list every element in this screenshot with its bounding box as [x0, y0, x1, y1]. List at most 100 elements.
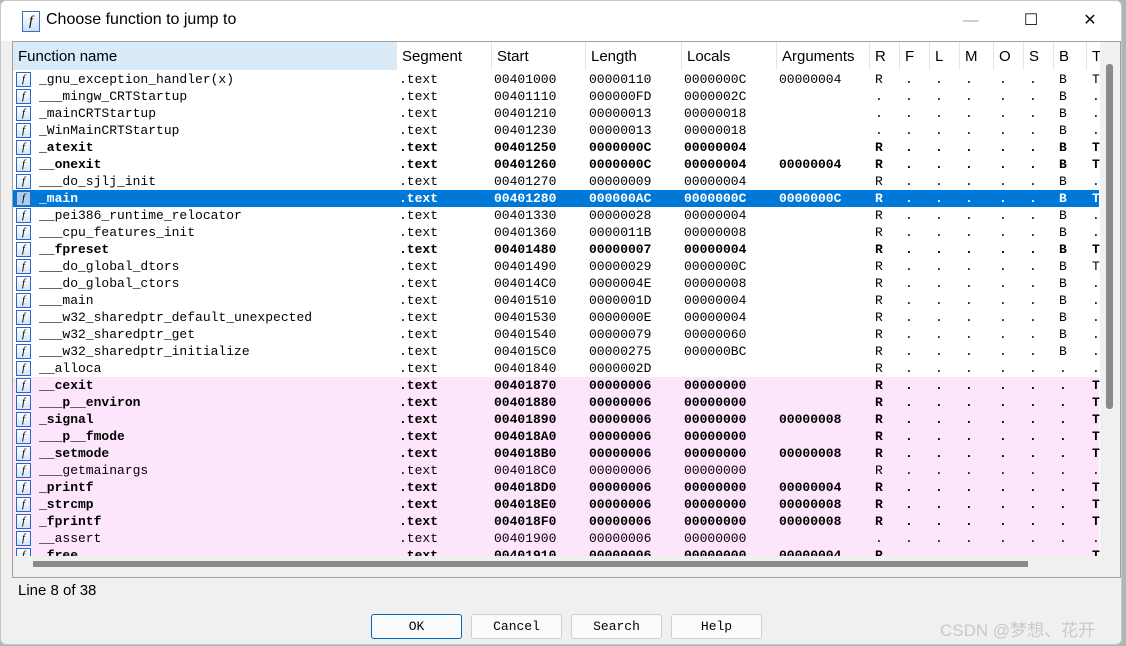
table-row[interactable]: f ___do_global_dtors .text 00401490 00000029…: [13, 258, 1100, 275]
cell-flag-f: .: [905, 89, 913, 104]
table-row[interactable]: f __cexit .text 00401870 00000006 00000000 R..…: [13, 377, 1100, 394]
minimize-button[interactable]: —: [948, 7, 994, 35]
column-header-arguments[interactable]: Arguments: [777, 42, 870, 70]
column-header-l[interactable]: L: [930, 42, 960, 70]
table-row[interactable]: f _main .text 00401280 000000AC 0000000C 00000…: [13, 190, 1100, 207]
table-row[interactable]: f ___p__environ .text 00401880 00000006 00000…: [13, 394, 1100, 411]
cell-flag-b: B: [1059, 242, 1067, 257]
cell-locals: 00000000: [684, 395, 747, 410]
column-header-function-name[interactable]: Function name: [13, 42, 397, 70]
help-button[interactable]: Help: [671, 614, 762, 639]
table-row[interactable]: f _strcmp .text 004018E0 00000006 00000000 000…: [13, 496, 1100, 513]
cell-flag-s: .: [1029, 327, 1037, 342]
table-row[interactable]: f __onexit .text 00401260 0000000C 00000004 00…: [13, 156, 1100, 173]
table-row[interactable]: f ___do_global_ctors .text 004014C0 0000004E…: [13, 275, 1100, 292]
table-row[interactable]: f __setmode .text 004018B0 00000006 00000000 0…: [13, 445, 1100, 462]
cell-flag-f: .: [905, 208, 913, 223]
cell-flag-o: .: [999, 276, 1007, 291]
horizontal-scrollbar[interactable]: [13, 556, 1100, 577]
vertical-scroll-thumb[interactable]: [1106, 64, 1113, 409]
cell-name: _main: [39, 191, 79, 206]
cell-flag-o: .: [999, 293, 1007, 308]
cell-flag-s: .: [1029, 395, 1037, 410]
table-row[interactable]: f ___cpu_features_init .text 00401360 000001…: [13, 224, 1100, 241]
function-list[interactable]: Function name Segment Start Length Locals Arg…: [12, 41, 1121, 578]
close-button[interactable]: ✕: [1067, 7, 1113, 35]
cell-segment: .text: [399, 497, 439, 512]
cell-flag-r: R: [875, 429, 883, 444]
cell-flag-b: B: [1059, 191, 1067, 206]
search-button[interactable]: Search: [571, 614, 662, 639]
table-row[interactable]: f ___w32_sharedptr_initialize .text 004015C…: [13, 343, 1100, 360]
cell-flag-l: .: [935, 140, 943, 155]
cell-flag-t: T: [1092, 191, 1100, 206]
column-header-length[interactable]: Length: [586, 42, 682, 70]
cell-flag-t: T: [1092, 412, 1100, 427]
cell-locals: 00000000: [684, 446, 747, 461]
cell-segment: .text: [399, 259, 439, 274]
table-row[interactable]: f __fpreset .text 00401480 00000007 00000004 R…: [13, 241, 1100, 258]
table-row[interactable]: f ___w32_sharedptr_default_unexpected .tex…: [13, 309, 1100, 326]
cell-start: 00401110: [494, 89, 557, 104]
table-row[interactable]: f __pei386_runtime_relocator .text 00401330…: [13, 207, 1100, 224]
cell-flag-s: .: [1029, 259, 1037, 274]
cell-flag-f: .: [905, 106, 913, 121]
cell-flag-f: .: [905, 531, 913, 546]
cell-flag-o: .: [999, 412, 1007, 427]
column-header-f[interactable]: F: [900, 42, 930, 70]
table-row[interactable]: f ___w32_sharedptr_get .text 00401540 000000…: [13, 326, 1100, 343]
column-header-b[interactable]: B: [1054, 42, 1087, 70]
table-row[interactable]: f _fprintf .text 004018F0 00000006 00000000 00…: [13, 513, 1100, 530]
function-icon: f: [16, 361, 31, 376]
cell-flag-b: B: [1059, 259, 1067, 274]
cell-flag-f: .: [905, 276, 913, 291]
cell-flag-f: .: [905, 225, 913, 240]
table-row[interactable]: f ___p__fmode .text 004018A0 00000006 0000000…: [13, 428, 1100, 445]
cell-segment: .text: [399, 361, 439, 376]
column-header-segment[interactable]: Segment: [397, 42, 492, 70]
column-header-r[interactable]: R: [870, 42, 900, 70]
cell-flag-l: .: [935, 446, 943, 461]
cancel-button[interactable]: Cancel: [471, 614, 562, 639]
cell-flag-s: .: [1029, 157, 1037, 172]
cell-start: 00401840: [494, 361, 557, 376]
maximize-button[interactable]: ☐: [1008, 7, 1054, 35]
cell-flag-o: .: [999, 140, 1007, 155]
table-row[interactable]: f _signal .text 00401890 00000006 00000000 000…: [13, 411, 1100, 428]
cell-flag-b: B: [1059, 327, 1067, 342]
cell-flag-r: R: [875, 157, 883, 172]
cell-name: _printf: [39, 480, 94, 495]
cell-start: 004018E0: [494, 497, 557, 512]
column-header-o[interactable]: O: [994, 42, 1024, 70]
table-row[interactable]: f __assert .text 00401900 00000006 00000000..…: [13, 530, 1100, 547]
function-icon: f: [16, 497, 31, 512]
table-row[interactable]: f _mainCRTStartup .text 00401210 00000013 000…: [13, 105, 1100, 122]
table-row[interactable]: f ___mingw_CRTStartup .text 00401110 000000F…: [13, 88, 1100, 105]
table-row[interactable]: f ___getmainargs .text 004018C0 00000006 0000…: [13, 462, 1100, 479]
cell-start: 00401260: [494, 157, 557, 172]
horizontal-scroll-thumb[interactable]: [33, 561, 1028, 567]
vertical-scrollbar[interactable]: [1100, 42, 1120, 577]
table-row[interactable]: f ___main .text 00401510 0000001D 00000004 R..…: [13, 292, 1100, 309]
cell-name: _atexit: [39, 140, 94, 155]
table-row[interactable]: f __alloca .text 00401840 0000002D R.......: [13, 360, 1100, 377]
cell-flag-r: R: [875, 293, 883, 308]
table-row[interactable]: f ___do_sjlj_init .text 00401270 00000009 000…: [13, 173, 1100, 190]
cell-segment: .text: [399, 123, 439, 138]
cell-flag-l: .: [935, 89, 943, 104]
cell-flag-s: .: [1029, 89, 1037, 104]
column-header-s[interactable]: S: [1024, 42, 1054, 70]
table-row[interactable]: f _atexit .text 00401250 0000000C 00000004 R..…: [13, 139, 1100, 156]
cell-name: ___do_global_dtors: [39, 259, 180, 274]
ok-button[interactable]: OK: [371, 614, 462, 639]
column-header-m[interactable]: M: [960, 42, 994, 70]
column-header-locals[interactable]: Locals: [682, 42, 777, 70]
table-row[interactable]: f _gnu_exception_handler(x) .text 00401000 0…: [13, 71, 1100, 88]
cell-start: 00401360: [494, 225, 557, 240]
table-row[interactable]: f _printf .text 004018D0 00000006 00000000 000…: [13, 479, 1100, 496]
cell-segment: .text: [399, 480, 439, 495]
cell-flag-m: .: [965, 72, 973, 87]
cell-length: 00000013: [589, 106, 652, 121]
column-header-start[interactable]: Start: [492, 42, 586, 70]
table-row[interactable]: f _WinMainCRTStartup .text 00401230 00000013…: [13, 122, 1100, 139]
